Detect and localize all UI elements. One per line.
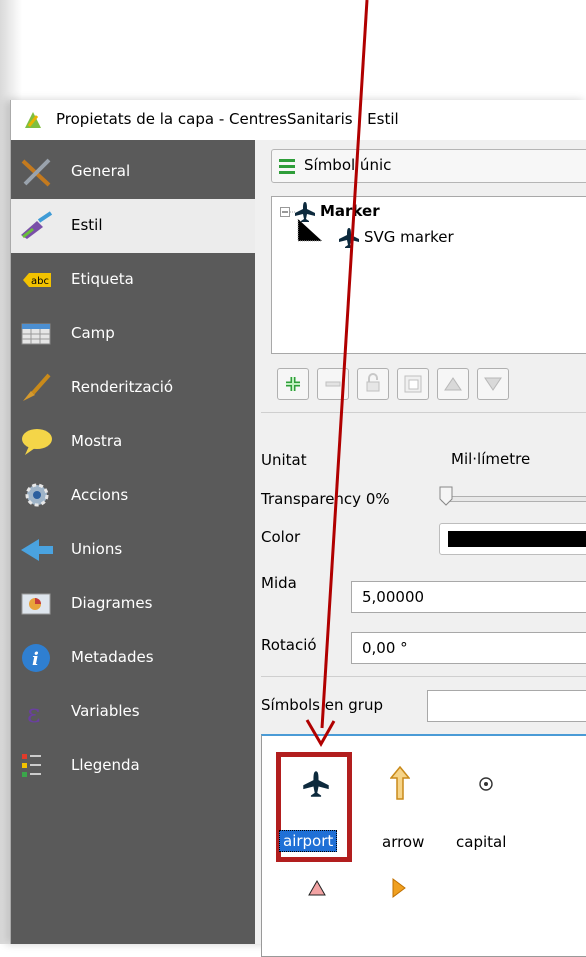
airport-icon [339, 228, 359, 248]
sidebar-item-label: Accions [71, 486, 129, 504]
rotation-label: Rotació [261, 636, 317, 654]
sidebar-item-accions[interactable]: Accions [11, 469, 255, 523]
window-title: Propietats de la capa - CentresSanitaris… [56, 110, 399, 128]
move-up-button[interactable] [437, 368, 469, 400]
sidebar-item-label: Metadades [71, 648, 154, 666]
single-symbol-icon [279, 159, 295, 174]
transparency-slider[interactable] [441, 496, 586, 502]
remove-layer-button[interactable] [317, 368, 349, 400]
triangle-right-icon [392, 878, 406, 898]
color-button[interactable] [439, 523, 586, 555]
sidebar-item-label: Etiqueta [71, 270, 134, 288]
sidebar-item-mostra[interactable]: Mostra [11, 415, 255, 469]
svg-text:abc: abc [31, 276, 49, 287]
svg-text:ε: ε [27, 699, 40, 727]
unit-value: Mil·límetre [451, 450, 531, 468]
sidebar-item-label: Mostra [71, 432, 123, 450]
sidebar-item-label: Estil [71, 216, 103, 234]
chart-icon [21, 593, 51, 615]
move-down-button[interactable] [477, 368, 509, 400]
sidebar: General Estil abc Etiqueta Camp Renderit… [11, 140, 255, 944]
triangle-up-icon [444, 377, 462, 391]
sidebar-item-label: Unions [71, 540, 123, 558]
plus-icon [286, 377, 300, 391]
group-input[interactable] [427, 690, 586, 722]
sidebar-item-label: Llegenda [71, 756, 140, 774]
duplicate-icon [404, 375, 422, 393]
renderer-select[interactable]: Símbol únic [271, 149, 586, 183]
sidebar-item-etiqueta[interactable]: abc Etiqueta [11, 253, 255, 307]
unit-select[interactable]: Mil·límetre [439, 444, 586, 474]
join-arrow-icon [21, 539, 53, 561]
sidebar-item-camp[interactable]: Camp [11, 307, 255, 361]
symbol-play[interactable] [362, 874, 438, 924]
size-value: 5,00000 [362, 588, 425, 606]
capital-icon [479, 777, 493, 791]
slider-handle[interactable] [439, 486, 453, 506]
rotation-input[interactable]: 0,00 ° [351, 632, 586, 664]
sidebar-item-label: Renderització [71, 378, 174, 396]
sidebar-item-general[interactable]: General [11, 145, 255, 199]
tree-item-svg-marker[interactable]: SVG marker [364, 228, 454, 246]
tools-icon [21, 158, 51, 187]
speech-bubble-icon [22, 429, 52, 455]
unit-label: Unitat [261, 451, 307, 469]
info-icon: i [22, 644, 50, 672]
background-area [0, 0, 586, 100]
sidebar-item-renderitzacio[interactable]: Renderització [11, 361, 255, 415]
symbol-label: airport [279, 830, 338, 852]
paintbrush-icon [21, 211, 53, 239]
abc-label-icon: abc [23, 273, 51, 287]
sidebar-item-variables[interactable]: ε Variables [11, 685, 255, 739]
size-label: Mida [261, 574, 297, 592]
color-swatch [448, 531, 586, 547]
renderer-value: Símbol únic [304, 156, 392, 174]
rotation-value: 0,00 ° [362, 639, 408, 657]
minus-icon [325, 381, 341, 387]
sidebar-item-estil[interactable]: Estil [11, 199, 255, 253]
symbol-grid: airport arrow capital [261, 734, 586, 957]
lock-icon [366, 373, 380, 392]
qgis-logo-icon [25, 112, 41, 128]
symbol-label: arrow [382, 833, 425, 851]
sidebar-item-label: Camp [71, 324, 115, 342]
airport-icon [303, 771, 329, 797]
size-input[interactable]: 5,00000 [351, 581, 586, 613]
sidebar-item-label: Diagrames [71, 594, 153, 612]
brush-icon [23, 373, 51, 401]
triangle-icon [308, 880, 326, 896]
style-panel: Símbol únic Marker SVG marker Unitat Mil… [255, 140, 586, 957]
add-layer-button[interactable] [277, 368, 309, 400]
symbol-triangle[interactable] [282, 874, 348, 924]
sidebar-item-label: General [71, 162, 131, 180]
symbol-label: capital [456, 833, 507, 851]
sidebar-item-llegenda[interactable]: Llegenda [11, 739, 255, 793]
symbol-capital[interactable]: capital [448, 758, 538, 858]
sidebar-item-unions[interactable]: Unions [11, 523, 255, 577]
epsilon-icon: ε [27, 699, 40, 727]
layer-properties-window: Propietats de la capa - CentresSanitaris… [10, 100, 586, 957]
legend-icon [22, 754, 41, 777]
triangle-down-icon [484, 377, 502, 391]
sidebar-item-diagrames[interactable]: Diagrames [11, 577, 255, 631]
title-bar: Propietats de la capa - CentresSanitaris… [11, 100, 586, 141]
tree-item-marker[interactable]: Marker [320, 202, 380, 220]
sidebar-item-metadades[interactable]: i Metadades [11, 631, 255, 685]
divider [261, 676, 586, 677]
table-icon [21, 323, 51, 345]
duplicate-layer-button[interactable] [397, 368, 429, 400]
svg-text:i: i [32, 649, 39, 670]
arrow-up-icon [390, 766, 410, 800]
color-label: Color [261, 528, 301, 546]
airport-icon [295, 202, 315, 222]
gear-icon [25, 483, 49, 507]
symbol-airport[interactable]: airport [279, 758, 348, 858]
sidebar-item-label: Variables [71, 702, 140, 720]
divider [261, 412, 586, 413]
transparency-label: Transparency 0% [261, 490, 390, 508]
lock-layer-button[interactable] [357, 368, 389, 400]
symbol-layer-tree: Marker SVG marker [271, 196, 586, 354]
group-label: Símbols en grup [261, 696, 383, 714]
symbol-arrow[interactable]: arrow [362, 758, 438, 858]
